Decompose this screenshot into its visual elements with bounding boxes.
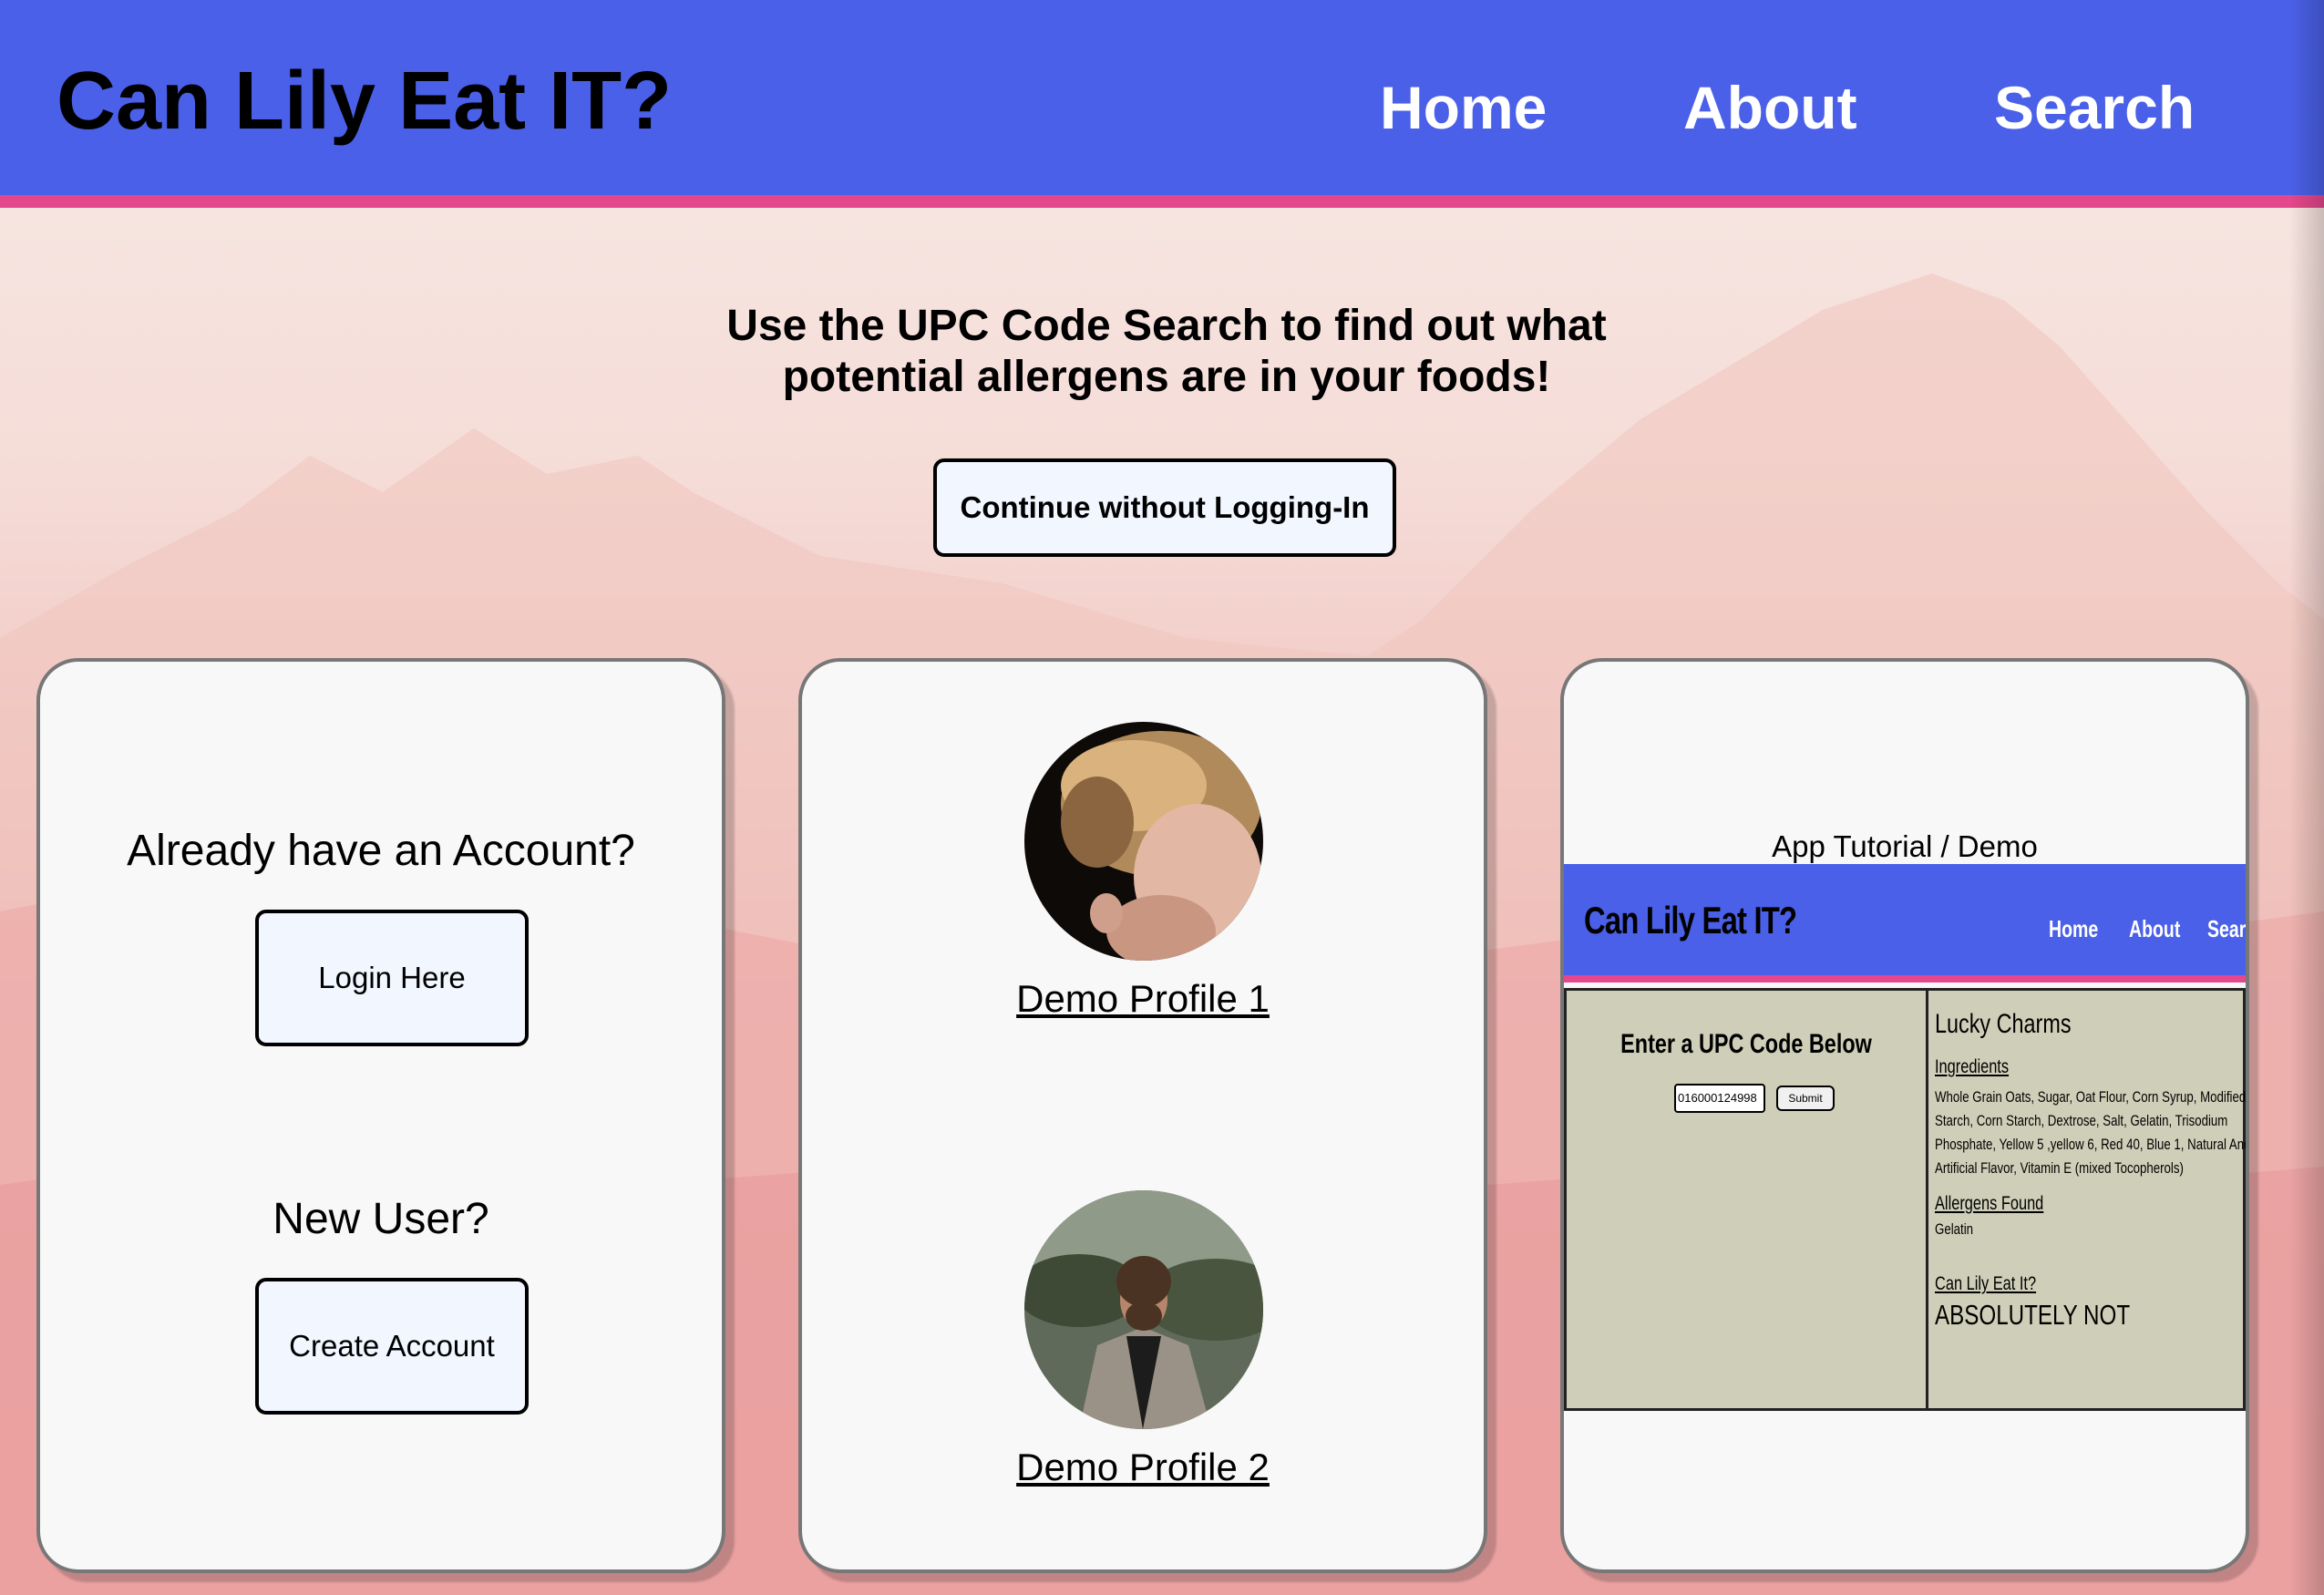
mini-divider [1926, 991, 1928, 1408]
mini-brand: Can Lily Eat IT? [1584, 899, 1797, 942]
mini-submit-button: Submit [1776, 1086, 1835, 1111]
app-tutorial-card: App Tutorial / Demo Can Lily Eat IT? Hom… [1560, 658, 2249, 1573]
window-edge-shadow [2289, 0, 2324, 1595]
mini-verdict-value: ABSOLUTELY NOT [1935, 1299, 2131, 1331]
mini-ingredients-heading: Ingredients [1935, 1056, 2010, 1077]
demo-profile-1-avatar[interactable] [1024, 722, 1263, 961]
mini-upc-input: 016000124998 [1674, 1084, 1765, 1113]
mini-upc-title: Enter a UPC Code Below [1620, 1029, 1872, 1059]
login-button[interactable]: Login Here [255, 910, 529, 1046]
continue-without-login-button[interactable]: Continue without Logging-In [933, 458, 1396, 557]
hero-line-1: Use the UPC Code Search to find out what [726, 302, 1607, 350]
mini-results: Lucky Charms Ingredients Whole Grain Oat… [1935, 1009, 2249, 1332]
mini-ingredients-text: Whole Grain Oats, Sugar, Oat Flour, Corn… [1935, 1088, 2249, 1177]
mini-nav-home: Home [2049, 915, 2099, 942]
mini-verdict-heading: Can Lily Eat It? [1935, 1273, 2037, 1294]
mini-content: Enter a UPC Code Below 016000124998 Subm… [1564, 988, 2246, 1411]
demo-profiles-card: Demo Profile 1 Demo Profile 2 [798, 658, 1487, 1573]
demo-profile-2-link[interactable]: Demo Profile 2 [802, 1446, 1484, 1489]
account-card: Already have an Account? Login Here New … [36, 658, 725, 1573]
tutorial-caption: App Tutorial / Demo [1772, 829, 2038, 863]
nav-home[interactable]: Home [1380, 73, 1547, 142]
mini-nav-about: About [2129, 915, 2181, 942]
site-brand[interactable]: Can Lily Eat IT? [57, 55, 672, 149]
demo-profile-1-link[interactable]: Demo Profile 1 [802, 977, 1484, 1021]
existing-account-heading: Already have an Account? [127, 827, 635, 875]
mini-nav-search: Search [2207, 915, 2247, 942]
nav-about[interactable]: About [1683, 73, 1857, 142]
create-account-button[interactable]: Create Account [255, 1278, 529, 1415]
hero-line-2: potential allergens are in your foods! [782, 353, 1551, 401]
hero-tagline: Use the UPC Code Search to find out what… [620, 301, 1713, 403]
demo-profile-2-avatar[interactable] [1024, 1190, 1263, 1429]
mini-allergens-value: Gelatin [1935, 1220, 1974, 1238]
tutorial-screenshot: Can Lily Eat IT? Home About Search Enter… [1564, 864, 2246, 1411]
top-navbar: Can Lily Eat IT? Home About Search [0, 0, 2324, 208]
new-user-heading: New User? [273, 1195, 489, 1243]
mini-product-name: Lucky Charms [1935, 1009, 2072, 1039]
nav-search[interactable]: Search [1994, 73, 2195, 142]
mini-navbar: Can Lily Eat IT? Home About Search [1564, 864, 2246, 983]
mini-allergens-heading: Allergens Found [1935, 1193, 2044, 1214]
